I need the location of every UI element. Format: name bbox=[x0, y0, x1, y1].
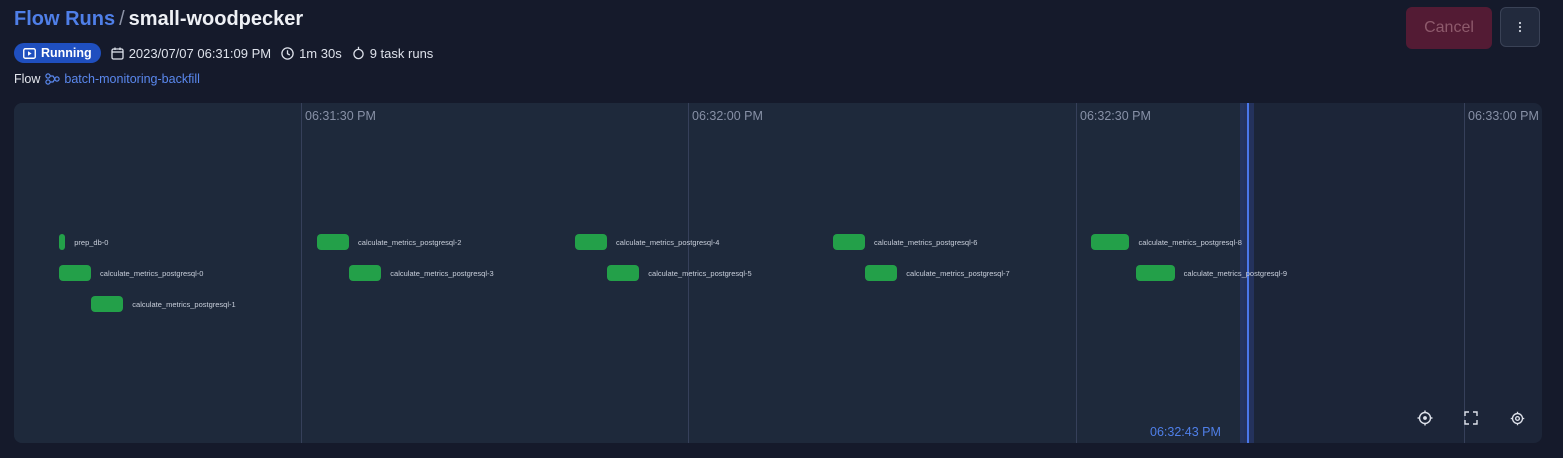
task-run-bar[interactable] bbox=[91, 296, 124, 312]
task-run-label: calculate_metrics_postgresql-8 bbox=[1138, 238, 1242, 247]
more-actions-button[interactable] bbox=[1500, 7, 1540, 47]
flow-line: Flow batch-monitoring-backfill bbox=[14, 72, 200, 86]
breadcrumb: Flow Runs / small-woodpecker bbox=[14, 8, 303, 31]
tick-label: 06:32:30 PM bbox=[1080, 109, 1151, 123]
task-run-label: calculate_metrics_postgresql-0 bbox=[100, 269, 204, 278]
breadcrumb-separator: / bbox=[119, 8, 125, 30]
grid-line bbox=[301, 103, 302, 443]
status-badge: Running bbox=[14, 43, 101, 63]
task-run-label: calculate_metrics_postgresql-9 bbox=[1183, 269, 1288, 278]
task-run-bar[interactable] bbox=[832, 234, 866, 250]
target-icon bbox=[1417, 410, 1433, 426]
tick-label: 06:32:00 PM bbox=[692, 109, 763, 123]
task-run-label: calculate_metrics_postgresql-2 bbox=[358, 238, 462, 247]
vertical-dots-icon bbox=[1518, 21, 1522, 33]
duration-value: 1m 30s bbox=[299, 45, 342, 61]
task-run-bar[interactable] bbox=[1135, 265, 1175, 281]
task-run-bar[interactable] bbox=[58, 265, 92, 281]
task-run-label: calculate_metrics_postgresql-5 bbox=[648, 269, 752, 278]
task-run-label: calculate_metrics_postgresql-6 bbox=[874, 238, 978, 247]
cancel-button[interactable]: Cancel bbox=[1406, 7, 1492, 49]
task-run-label: calculate_metrics_postgresql-4 bbox=[616, 238, 720, 247]
flow-label: Flow bbox=[14, 72, 41, 86]
task-run-bar[interactable] bbox=[607, 265, 640, 281]
timeline-settings-button[interactable] bbox=[1508, 409, 1526, 427]
tick-label: 06:33:00 PM bbox=[1468, 109, 1539, 123]
flow-run-timeline[interactable]: 06:31:30 PM 06:32:00 PM 06:32:30 PM 06:3… bbox=[14, 103, 1542, 443]
page-title: small-woodpecker bbox=[128, 8, 304, 30]
calendar-icon bbox=[111, 47, 124, 60]
status-label: Running bbox=[41, 46, 92, 60]
task-run-bar[interactable] bbox=[1090, 234, 1130, 250]
now-time-label: 06:32:43 PM bbox=[1150, 425, 1221, 439]
recenter-button[interactable] bbox=[1416, 409, 1434, 427]
task-run-label: calculate_metrics_postgresql-1 bbox=[132, 300, 236, 309]
start-time-value: 2023/07/07 06:31:09 PM bbox=[128, 45, 272, 61]
duration: 1m 30s bbox=[281, 46, 342, 61]
task-run-bar[interactable] bbox=[349, 265, 382, 281]
run-meta: Running 2023/07/07 06:31:09 PM 1m 30s 9 … bbox=[14, 43, 433, 63]
fullscreen-icon bbox=[1464, 411, 1478, 425]
flow-link[interactable]: batch-monitoring-backfill bbox=[45, 72, 200, 86]
fullscreen-button[interactable] bbox=[1462, 409, 1480, 427]
task-run-label: calculate_metrics_postgresql-3 bbox=[390, 269, 494, 278]
grid-line bbox=[1076, 103, 1077, 443]
task-runs-value: 9 task runs bbox=[369, 45, 434, 61]
task-run-icon bbox=[352, 46, 364, 60]
task-run-bar[interactable] bbox=[58, 234, 66, 250]
task-run-bar[interactable] bbox=[865, 265, 898, 281]
flow-name: batch-monitoring-backfill bbox=[64, 72, 200, 86]
play-icon bbox=[23, 47, 36, 59]
task-run-label: calculate_metrics_postgresql-7 bbox=[906, 269, 1010, 278]
settings-icon bbox=[1510, 411, 1524, 425]
flow-icon bbox=[45, 73, 61, 85]
tick-label: 06:31:30 PM bbox=[305, 109, 376, 123]
task-run-bar[interactable] bbox=[574, 234, 608, 250]
grid-line bbox=[1464, 103, 1465, 443]
start-time: 2023/07/07 06:31:09 PM bbox=[111, 46, 271, 61]
task-run-label: prep_db-0 bbox=[74, 238, 109, 247]
task-runs-count: 9 task runs bbox=[352, 45, 434, 61]
task-run-bar[interactable] bbox=[316, 234, 350, 250]
breadcrumb-flow-runs-link[interactable]: Flow Runs bbox=[14, 8, 115, 30]
clock-icon bbox=[281, 46, 294, 60]
